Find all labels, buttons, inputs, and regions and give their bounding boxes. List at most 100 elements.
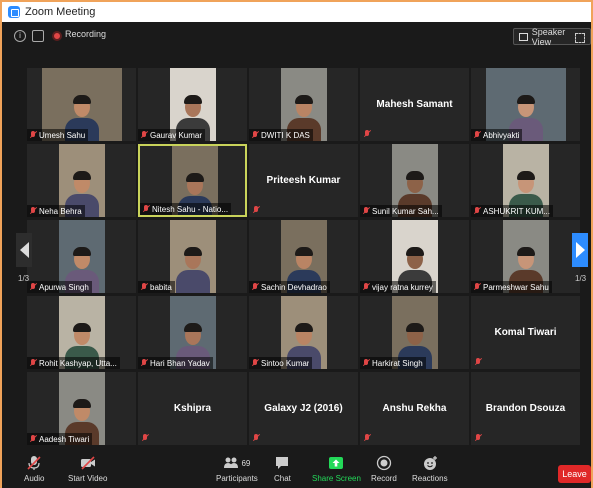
participant-tile[interactable]: Sachin Devhadrao [249,220,358,293]
participant-nameplate: Abhivyakti [471,129,523,141]
participant-tile[interactable]: Priteesh Kumar [249,144,358,217]
mic-muted-icon [474,207,480,215]
participant-name: Apurwa Singh [39,282,89,292]
participant-hair [516,247,535,256]
participant-tile[interactable]: Aadesh Tiwari [27,372,136,445]
mic-muted-icon [252,131,258,139]
participant-tile[interactable]: Rohit Kashyap, Utta... [27,296,136,369]
participant-tile[interactable]: babita [138,220,247,293]
participant-name: Sunil Kumar Sah... [372,206,439,216]
participant-name: Umesh Sahu [39,130,86,140]
participant-nameplate: Nitesh Sahu - Natio... [140,203,232,215]
chat-label: Chat [274,474,291,483]
shield-icon[interactable] [32,30,44,42]
participant-tile[interactable]: Hari Bhan Yadav [138,296,247,369]
participant-name: Anshu Rekha [382,403,447,414]
participant-hair [405,323,424,332]
mic-muted-icon [363,359,369,367]
participant-name: DWITI K DAS [261,130,310,140]
participant-hair [294,95,313,104]
participant-tile[interactable]: ASHUKRIT KUM... [471,144,580,217]
mic-muted-icon [141,283,147,291]
participant-nameplate: Apurwa Singh [27,281,92,293]
audio-button[interactable]: Audio [24,455,44,483]
participant-tile[interactable]: Brandon Dsouza [471,372,580,445]
participant-tile[interactable]: Abhivyakti [471,68,580,141]
video-off-icon [80,456,95,470]
previous-page-button[interactable] [16,233,32,267]
mic-muted-icon [475,358,481,366]
participants-button[interactable]: 69 Participants [216,455,258,483]
record-button[interactable]: Record [371,455,397,483]
reactions-button[interactable]: Reactions [412,455,448,483]
zoom-window: Zoom Meeting i Recording Speaker View Um… [0,0,593,488]
zoom-logo-icon [8,6,20,18]
next-page-button[interactable] [572,233,588,267]
participant-nameplate: Sachin Devhadrao [249,281,330,293]
participant-hair [516,95,535,104]
participant-tile[interactable]: vijay ratna kurrey [360,220,469,293]
participant-nameplate: babita [138,281,175,293]
participant-body [175,270,210,293]
mic-muted-icon [252,283,258,291]
participant-tile[interactable]: Apurwa Singh [27,220,136,293]
mic-muted-icon [30,207,36,215]
participant-tile[interactable]: Mahesh Samant [360,68,469,141]
chat-button[interactable]: Chat [274,455,291,483]
participant-tile[interactable]: Parmeshwar Sahu [471,220,580,293]
participant-hair [185,173,204,182]
recording-icon [52,31,62,41]
fullscreen-icon[interactable] [575,33,585,43]
participant-tile[interactable]: Gaurav Kumar [138,68,247,141]
chevron-left-icon [19,242,29,258]
participant-name: Kshipra [173,403,212,414]
participant-name: Mahesh Samant [376,99,453,110]
participant-name: Abhivyakti [483,130,520,140]
mic-muted-icon [474,283,480,291]
info-icon[interactable]: i [14,30,26,42]
participant-nameplate: Harkirat Singh [360,357,426,369]
participant-tile[interactable]: Neha Behra [27,144,136,217]
participant-name: Gaurav Kumar [150,130,203,140]
mic-muted-icon [253,434,259,442]
chevron-right-icon [575,242,585,258]
participant-tile[interactable]: Sunil Kumar Sah... [360,144,469,217]
participant-hair [72,399,91,408]
share-screen-button[interactable]: Share Screen [312,455,361,483]
mic-muted-icon [30,131,36,139]
participant-name: Sachin Devhadrao [261,282,327,292]
participant-name: Neha Behra [39,206,82,216]
mic-muted-icon [143,205,149,213]
participant-nameplate: Sintoo Kumar [249,357,313,369]
participant-tile[interactable]: Anshu Rekha [360,372,469,445]
participant-tile[interactable]: Nitesh Sahu - Natio... [138,144,247,217]
participant-tile[interactable]: DWITI K DAS [249,68,358,141]
participant-video [169,220,216,293]
participants-label: Participants [216,474,258,483]
start-video-button[interactable]: Start Video [68,455,107,483]
mic-muted-icon [363,283,369,291]
participant-tile[interactable]: Umesh Sahu [27,68,136,141]
participant-hair [405,247,424,256]
participant-tile[interactable]: Sintoo Kumar [249,296,358,369]
participant-tile[interactable]: Kshipra [138,372,247,445]
participant-name: babita [150,282,172,292]
mic-muted-icon [253,206,259,214]
participant-name: Rohit Kashyap, Utta... [39,358,117,368]
smiley-icon [423,456,437,470]
share-screen-label: Share Screen [312,474,361,483]
participant-hair [183,95,202,104]
participant-nameplate: Hari Bhan Yadav [138,357,213,369]
participant-tile[interactable]: Harkirat Singh [360,296,469,369]
meeting-header: i Recording Speaker View [2,22,591,50]
microphone-muted-icon [27,456,41,470]
participant-nameplate: Parmeshwar Sahu [471,281,552,293]
participant-nameplate: ASHUKRIT KUM... [471,205,553,217]
participant-name: Komal Tiwari [494,327,557,338]
participant-tile[interactable]: Galaxy J2 (2016) [249,372,358,445]
leave-button[interactable]: Leave [558,465,591,483]
participant-name: Aadesh Tiwari [39,434,90,444]
participant-hair [294,323,313,332]
mic-muted-icon [475,434,481,442]
participant-tile[interactable]: Komal Tiwari [471,296,580,369]
